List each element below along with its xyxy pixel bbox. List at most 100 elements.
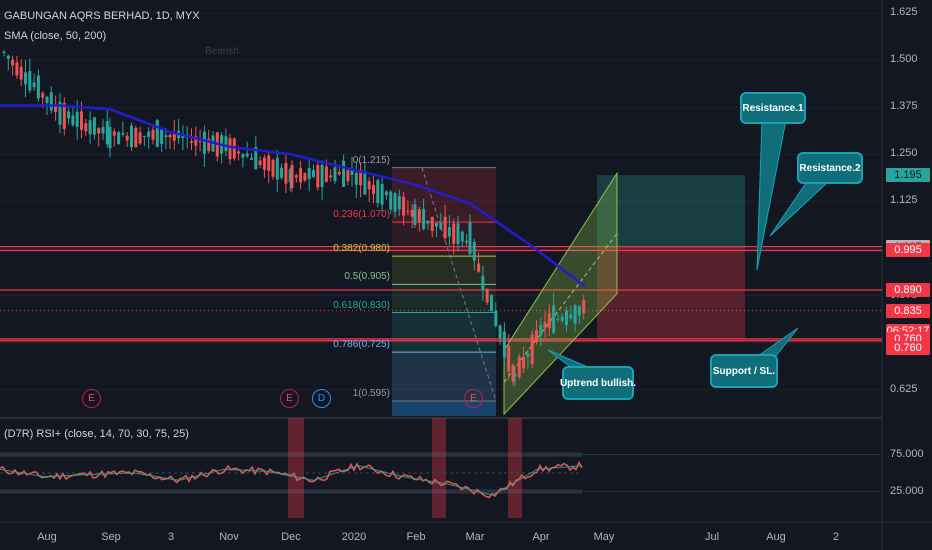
resistance-2-callout[interactable]: Resistance.2 <box>797 152 863 184</box>
candle-body <box>456 223 460 244</box>
candle-body <box>138 132 142 144</box>
time-tick-label: May <box>593 531 615 543</box>
fib-label: 0.5(0.905) <box>344 271 390 283</box>
candle-body <box>267 155 271 171</box>
candle-body <box>80 111 83 130</box>
time-tick-label: Jul <box>704 531 720 543</box>
fib-zone <box>392 312 496 353</box>
candle-body <box>443 216 447 238</box>
time-tick-label: Nov <box>219 531 239 543</box>
candle-body <box>384 191 388 196</box>
candle-body <box>168 134 172 138</box>
candle-body <box>36 75 40 99</box>
candle-body <box>573 305 577 324</box>
candle-body <box>2 51 6 53</box>
candle-body <box>430 216 434 231</box>
candle-body <box>262 157 266 170</box>
candle-body <box>28 71 32 91</box>
candle-body <box>435 222 438 227</box>
candle-body <box>299 167 303 183</box>
time-tick-label: 3 <box>167 531 175 543</box>
candle-body <box>97 128 101 134</box>
rsi-tick-label: 75.000 <box>890 447 924 460</box>
dividend-event-icon[interactable]: D <box>312 389 331 408</box>
candle-body <box>101 127 105 134</box>
candle-body <box>75 111 79 127</box>
event-column <box>288 418 304 518</box>
candle-body <box>376 180 380 204</box>
time-tick-label: Aug <box>766 531 786 543</box>
candle-body <box>224 136 228 152</box>
candle-body <box>498 325 502 339</box>
resistance-1-callout[interactable]: Resistance.1 <box>740 92 806 124</box>
earnings-event-icon[interactable]: E <box>464 389 483 408</box>
candle-body <box>329 175 333 178</box>
candle-body <box>294 175 298 178</box>
candle-body <box>190 141 193 143</box>
price-tick-label: 1.500 <box>890 53 918 66</box>
candle-body <box>24 72 27 85</box>
candle-body <box>237 151 241 154</box>
candle-body <box>271 159 275 177</box>
candle-body <box>147 131 151 137</box>
candle-body <box>151 129 155 140</box>
candle-body <box>522 356 526 369</box>
rsi-legend[interactable]: (D7R) RSI+ (close, 14, 70, 30, 75, 25) <box>4 428 189 440</box>
candle-body <box>134 127 138 148</box>
fib-label: 0(1.215) <box>352 154 390 166</box>
support-callout[interactable]: Support / SL. <box>710 354 778 388</box>
price-tick-label: 1.250 <box>890 147 918 160</box>
candle-body <box>511 365 515 382</box>
candle-body <box>468 222 472 255</box>
candle-body <box>539 324 543 336</box>
fib-zone <box>392 284 496 313</box>
candle-body <box>41 93 45 98</box>
candle-body <box>490 294 493 312</box>
symbol-title[interactable]: GABUNGAN AQRS BERHAD, 1D, MYX <box>4 10 200 22</box>
uptrend-callout[interactable]: Uptrend bullish. <box>560 366 636 400</box>
candle-body <box>121 132 125 135</box>
candle-body <box>565 310 568 326</box>
candle-body <box>84 123 88 132</box>
candle-body <box>19 66 23 80</box>
candle-body <box>241 154 245 158</box>
candle-body <box>45 96 49 103</box>
candle-body <box>389 191 393 210</box>
candle-body <box>410 209 414 217</box>
price-chart[interactable] <box>0 0 932 550</box>
candle-body <box>363 171 367 195</box>
candle-body <box>108 126 112 149</box>
candle-body <box>380 184 384 205</box>
time-tick-label: Feb <box>406 531 426 543</box>
candle-body <box>67 111 71 119</box>
candle-body <box>105 121 109 145</box>
time-tick-label: Mar <box>465 531 485 543</box>
earnings-event-icon[interactable]: E <box>280 389 299 408</box>
earnings-event-icon[interactable]: E <box>82 389 101 408</box>
candle-body <box>543 322 547 328</box>
candle-body <box>11 59 15 66</box>
sma-legend[interactable]: SMA (close, 50, 200) <box>4 30 106 42</box>
time-tick-label: Apr <box>532 531 550 543</box>
candle-body <box>228 138 232 160</box>
candle-body <box>250 157 253 160</box>
bearish-faint-label: Bearish <box>205 46 239 57</box>
time-tick-label: Dec <box>281 531 301 543</box>
candle-body <box>155 120 159 147</box>
candle-body <box>49 92 53 111</box>
price-tick-label: 1.625 <box>890 6 918 19</box>
candle-body <box>372 184 375 194</box>
candle-body <box>6 55 10 59</box>
candle-body <box>481 275 485 290</box>
rsi-tick-label: 25.000 <box>890 484 924 497</box>
candle-body <box>560 316 564 322</box>
price-tick-label: 1.375 <box>890 100 918 113</box>
time-tick-label: 2020 <box>341 531 367 543</box>
candle-body <box>280 167 284 178</box>
candle-body <box>307 167 311 180</box>
candle-body <box>92 117 96 135</box>
candle-body <box>556 318 560 320</box>
candle-body <box>413 204 417 226</box>
price-marker: 0.835 <box>886 303 930 318</box>
candle-body <box>71 115 75 126</box>
